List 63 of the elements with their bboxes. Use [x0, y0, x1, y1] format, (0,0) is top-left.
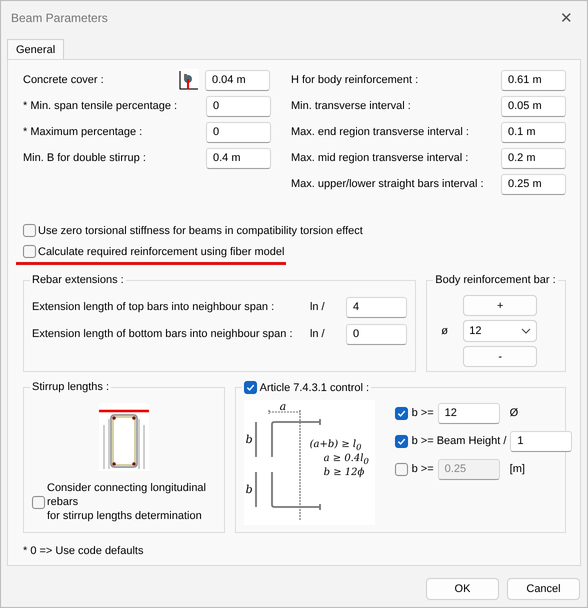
- field-label: Extension length of top bars into neighbour span :: [32, 301, 276, 313]
- checkbox-label: Article 7.4.3.1 control :: [260, 382, 370, 394]
- group-title: Rebar extensions :: [32, 274, 124, 286]
- checkbox[interactable]: [394, 406, 408, 420]
- unit-label: [m]: [510, 463, 525, 475]
- value-field[interactable]: 0.61 m: [501, 70, 566, 90]
- unit-label: ln /: [310, 301, 326, 313]
- value-field[interactable]: 0.4 m: [206, 148, 271, 168]
- formula-text: a ≥ 0.4l$_{0}$: [324, 454, 369, 466]
- cover-icon: [177, 69, 199, 91]
- checkbox[interactable]: [394, 434, 408, 448]
- unit-label: ln /: [310, 328, 326, 340]
- value-field[interactable]: 0.2 m: [501, 148, 566, 168]
- window-title: Beam Parameters: [11, 11, 108, 25]
- field-label: * Maximum percentage :: [23, 126, 144, 138]
- checkbox-label: b >=: [412, 463, 434, 475]
- diameter-dropdown[interactable]: 12: [463, 320, 538, 342]
- formula-text: b ≥ 12ϕ: [324, 468, 364, 478]
- dimension-label: b: [246, 484, 253, 495]
- group-title: Body reinforcement bar :: [435, 274, 556, 286]
- unit-label: Ø: [510, 407, 518, 419]
- value-field[interactable]: 4: [346, 296, 408, 318]
- value-field[interactable]: 12: [438, 402, 500, 424]
- field-label: Min. B for double stirrup :: [23, 152, 147, 164]
- value-field[interactable]: 0.1 m: [501, 122, 566, 142]
- field-label: Max. end region transverse interval :: [291, 126, 470, 138]
- checkbox[interactable]: [23, 224, 36, 237]
- increase-button[interactable]: +: [463, 295, 538, 316]
- checkbox[interactable]: [244, 381, 257, 394]
- value-field[interactable]: 0: [206, 96, 271, 116]
- field-label: Min. transverse interval :: [291, 100, 412, 112]
- formula-text: (a+b) ≥ l$_{0}$: [310, 440, 362, 452]
- checkbox-label: b >= Beam Height /: [412, 435, 506, 447]
- value-field[interactable]: 1: [510, 430, 572, 452]
- dialog-button[interactable]: OK: [426, 578, 499, 600]
- tab[interactable]: General: [7, 39, 64, 59]
- field-label: Extension length of bottom bars into neighbour span :: [32, 328, 294, 340]
- checkbox-label: Use zero torsional stiffness for beams in compatibility torsion effect: [38, 224, 363, 236]
- field-label: * Min. span tensile percentage :: [23, 100, 178, 112]
- checkbox[interactable]: [23, 245, 36, 258]
- footnote: * 0 => Use code defaults: [23, 545, 144, 557]
- stirrup-section-drawing: [98, 403, 149, 471]
- value-field[interactable]: 0: [346, 324, 408, 344]
- dimension-label: a: [280, 401, 286, 412]
- group-title: Stirrup lengths :: [32, 381, 110, 393]
- close-button[interactable]: ✕: [556, 9, 577, 27]
- value-field[interactable]: 0: [206, 122, 271, 142]
- value-field[interactable]: 0.25 m: [501, 174, 566, 194]
- checkbox-label: Calculate required reinforcement using fiber model: [38, 246, 284, 258]
- value-field[interactable]: 0.05 m: [501, 96, 566, 116]
- dimension-label: b: [246, 434, 253, 445]
- value-field[interactable]: 0.04 m: [205, 70, 270, 90]
- diameter-symbol: ø: [441, 325, 449, 337]
- dialog-button[interactable]: Cancel: [507, 578, 580, 600]
- field-label: Concrete cover :: [23, 74, 105, 86]
- chevron-down-icon: [521, 328, 532, 334]
- decrease-button[interactable]: -: [463, 346, 538, 367]
- field-label: H for body reinforcement :: [291, 74, 420, 86]
- field-label: Max. upper/lower straight bars interval :: [291, 178, 485, 190]
- field-label: Max. mid region transverse interval :: [291, 152, 470, 164]
- checkbox[interactable]: [32, 496, 45, 508]
- checkbox-label: Consider connecting longitudinal rebars for stirrup lengths determination: [47, 481, 207, 523]
- checkbox-label: b >=: [412, 407, 434, 419]
